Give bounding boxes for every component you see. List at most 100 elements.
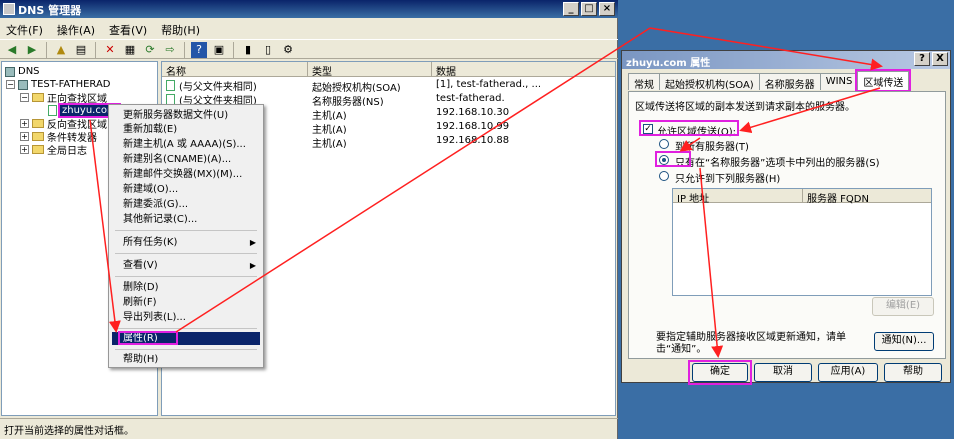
dialog-tabs: 常规 起始授权机构(SOA) 名称服务器 WINS 区域传送 [628, 69, 946, 92]
tab-wins[interactable]: WINS [819, 73, 859, 90]
delete-icon[interactable]: ✕ [102, 42, 118, 58]
dialog-close-button[interactable]: X [932, 52, 948, 66]
menu-item-new-alias[interactable]: 新建别名(CNAME)(A)... [112, 153, 260, 166]
folder-icon [32, 132, 44, 141]
tree-forward-label: 正向查找区域 [47, 94, 107, 105]
forward-icon[interactable]: ▶ [24, 42, 40, 58]
menu-separator [115, 276, 257, 277]
apply-button[interactable]: 应用(A) [818, 363, 878, 382]
tree-logs-label: 全局日志 [47, 146, 87, 157]
zone-transfer-description: 区域传送将区域的副本发送到请求副本的服务器。 [635, 102, 855, 113]
menu-separator [115, 328, 257, 329]
radio-listed-servers[interactable] [659, 171, 669, 181]
show-tree-icon[interactable]: ▤ [73, 42, 89, 58]
toolbar-separator [233, 42, 234, 58]
help-icon[interactable]: ? [191, 42, 207, 58]
menu-item-export[interactable]: 导出列表(L)... [112, 311, 260, 324]
export-icon[interactable]: ⇨ [162, 42, 178, 58]
menu-item-other-records[interactable]: 其他新记录(C)... [112, 213, 260, 226]
context-menu: 更新服务器数据文件(U) 重新加载(E) 新建主机(A 或 AAAA)(S)..… [108, 104, 264, 368]
server-icon[interactable]: ▮ [240, 42, 256, 58]
radio-any-server[interactable] [659, 139, 669, 149]
row-data: test-fatherad. [436, 93, 505, 104]
close-button[interactable]: × [599, 2, 615, 16]
tree-global-logs[interactable]: + 全局日志 [20, 143, 87, 157]
expand-icon[interactable]: + [20, 145, 29, 154]
minimize-button[interactable]: _ [563, 2, 579, 16]
back-icon[interactable]: ◀ [4, 42, 20, 58]
menu-item-new-delegation[interactable]: 新建委派(G)... [112, 198, 260, 211]
zone-icon[interactable]: ▯ [260, 42, 276, 58]
row-type: 主机(A) [312, 139, 347, 148]
menu-file[interactable]: 文件(F) [6, 22, 43, 37]
log-folder-icon [32, 145, 44, 154]
menu-item-update-data-file[interactable]: 更新服务器数据文件(U) [112, 109, 260, 122]
main-title-text: DNS 管理器 [18, 4, 82, 17]
col-ip-address[interactable]: IP 地址 [673, 189, 803, 205]
menu-item-new-domain[interactable]: 新建域(O)... [112, 183, 260, 196]
col-data[interactable]: 数据 [432, 62, 615, 78]
tab-zone-transfers[interactable]: 区域传送 [855, 69, 912, 92]
all-tasks-label: 所有任务(K) [123, 237, 178, 248]
menu-view[interactable]: 查看(V) [109, 22, 147, 37]
dialog-title-text: zhuyu.com 属性 [626, 58, 711, 69]
menu-item-reload[interactable]: 重新加载(E) [112, 123, 260, 136]
cancel-button[interactable]: 取消 [754, 363, 812, 382]
menu-separator [115, 253, 257, 254]
edit-button[interactable]: 编辑(E) [872, 297, 934, 316]
menu-item-refresh[interactable]: 刷新(F) [112, 296, 260, 309]
menu-item-new-mx[interactable]: 新建邮件交换器(MX)(M)... [112, 168, 260, 181]
menu-separator [115, 349, 257, 350]
col-name[interactable]: 名称 [162, 62, 308, 78]
menu-item-all-tasks[interactable]: 所有任务(K) ▶ [112, 236, 260, 249]
dns-manager-window: DNS 管理器 _ □ × 文件(F) 操作(A) 查看(V) 帮助(H) ◀ … [0, 0, 618, 439]
menu-item-view[interactable]: 查看(V) ▶ [112, 259, 260, 272]
tab-general[interactable]: 常规 [628, 73, 660, 91]
folder-icon [32, 93, 44, 102]
row-data: 192.168.10.99 [436, 121, 510, 132]
tree-dns-root[interactable]: DNS [5, 65, 40, 78]
expand-icon[interactable]: + [20, 132, 29, 141]
console-icon[interactable]: ▣ [211, 42, 227, 58]
menu-action[interactable]: 操作(A) [57, 22, 95, 37]
menu-item-new-host[interactable]: 新建主机(A 或 AAAA)(S)... [112, 138, 260, 151]
server-list[interactable]: IP 地址 服务器 FQDN [672, 188, 932, 296]
collapse-icon[interactable]: − [20, 93, 29, 102]
up-folder-icon[interactable]: ▲ [53, 42, 69, 58]
maximize-button[interactable]: □ [581, 2, 597, 16]
properties-highlight [118, 331, 178, 345]
collapse-icon[interactable]: − [6, 80, 15, 89]
zone-properties-dialog: zhuyu.com 属性 ? X 常规 起始授权机构(SOA) 名称服务器 WI… [621, 50, 951, 385]
help-button[interactable]: 帮助 [884, 363, 942, 382]
menu-item-delete[interactable]: 删除(D) [112, 281, 260, 294]
table-row[interactable]: (与父文件夹相同) 起始授权机构(SOA) [1], test-fatherad… [162, 78, 612, 92]
tab-soa[interactable]: 起始授权机构(SOA) [659, 73, 760, 91]
dns-app-icon [3, 3, 15, 15]
row-data: 192.168.10.88 [436, 135, 510, 146]
list-header: 名称 类型 数据 [162, 62, 615, 78]
radio-listed-servers-label: 只允许到下列服务器(H) [675, 174, 781, 185]
name-servers-highlight [655, 151, 691, 167]
notify-button[interactable]: 通知(N)... [874, 332, 934, 351]
notify-description: 要指定辅助服务器接收区域更新通知，请单击“通知”。 [656, 332, 846, 355]
properties-icon[interactable]: ▦ [122, 42, 138, 58]
ok-highlight [688, 360, 752, 385]
tree-forward-zones[interactable]: − 正向查找区域 [20, 91, 107, 105]
menu-item-help[interactable]: 帮助(H) [112, 353, 260, 366]
col-server-fqdn[interactable]: 服务器 FQDN [803, 189, 931, 205]
zone-file-icon [48, 105, 57, 116]
row-type: 起始授权机构(SOA) [312, 83, 401, 92]
tree-server-label: TEST-FATHERAD [31, 79, 111, 90]
tools-icon[interactable]: ⚙ [280, 42, 296, 58]
tab-name-servers[interactable]: 名称服务器 [758, 73, 821, 91]
menu-help[interactable]: 帮助(H) [161, 22, 200, 37]
row-data: [1], test-fatherad., ... [436, 79, 542, 90]
view-label: 查看(V) [123, 260, 158, 271]
record-icon [166, 79, 175, 91]
expand-icon[interactable]: + [20, 119, 29, 128]
toolbar: ◀ ▶ ▲ ▤ ✕ ▦ ⟳ ⇨ ? ▣ ▮ ▯ ⚙ [0, 39, 618, 59]
col-type[interactable]: 类型 [308, 62, 432, 78]
allow-transfer-highlight [639, 120, 739, 136]
refresh-icon[interactable]: ⟳ [142, 42, 158, 58]
dialog-help-button[interactable]: ? [914, 52, 930, 66]
